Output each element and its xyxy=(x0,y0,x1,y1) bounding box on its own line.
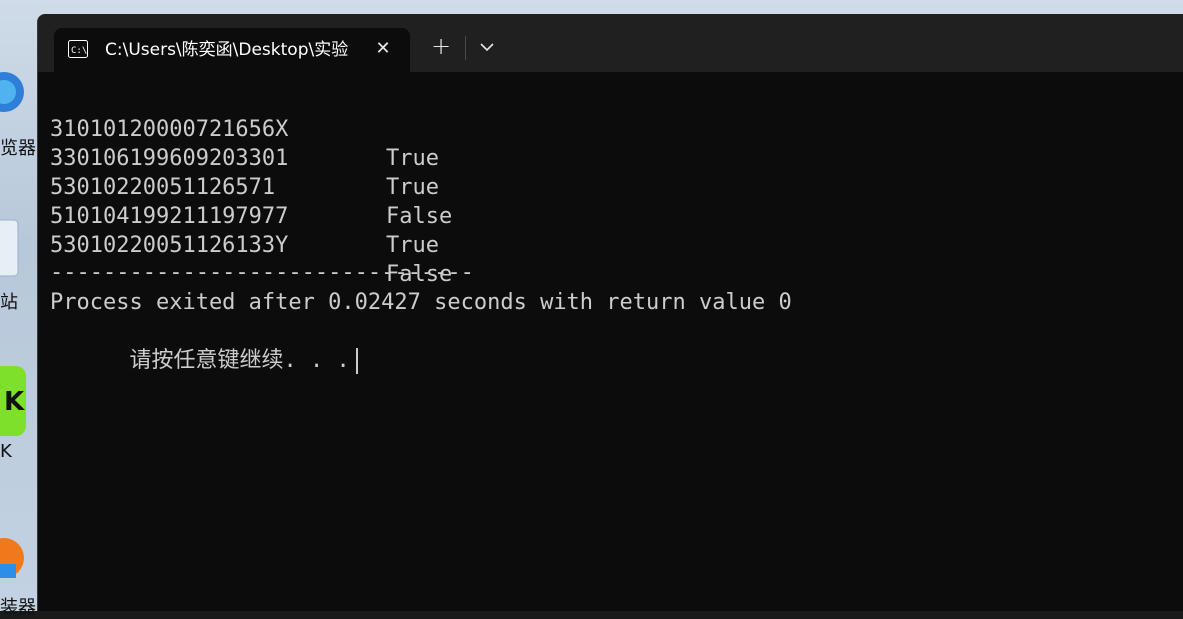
svg-text:K: K xyxy=(4,387,25,417)
id-number: 53010220051126133Y xyxy=(50,233,289,258)
separator-line: -------------------------------- xyxy=(50,260,474,285)
exit-message: Process exited after 0.02427 seconds wit… xyxy=(50,290,792,315)
app-desktop-icon[interactable]: K xyxy=(0,364,30,438)
desktop-label-recycle: 站 xyxy=(0,292,18,313)
output-row: 53010220051126571 False xyxy=(50,144,452,229)
output-row: 330106199609203301 True xyxy=(50,115,439,200)
recycle-bin-desktop-icon[interactable] xyxy=(0,210,30,280)
console-icon: C:\ xyxy=(68,40,88,58)
chevron-down-icon[interactable] xyxy=(472,32,502,62)
tab-divider xyxy=(465,36,466,60)
text-cursor xyxy=(355,348,358,374)
terminal-window: C:\ C:\Users\陈奕函\Desktop\实验 ✕ + 31010120… xyxy=(38,14,1183,611)
terminal-tab[interactable]: C:\ C:\Users\陈奕函\Desktop\实验 ✕ xyxy=(54,28,410,72)
svg-text:C:\: C:\ xyxy=(71,46,87,56)
desktop-label-browser: 览器 xyxy=(0,138,36,159)
installer-desktop-icon[interactable] xyxy=(0,524,30,594)
desktop-label-installer: 装器 xyxy=(0,597,36,618)
validation-result: True xyxy=(386,146,439,171)
validation-result: True xyxy=(386,175,439,200)
validation-result: True xyxy=(386,233,439,258)
validation-result: False xyxy=(386,204,453,229)
prompt-text: 请按任意键继续. . . xyxy=(129,348,350,373)
output-row: 31010120000721656X True xyxy=(50,86,439,171)
new-tab-button[interactable]: + xyxy=(424,32,458,62)
output-row: 510104199211197977 True xyxy=(50,173,439,258)
prompt-line[interactable]: 请按任意键继续. . . xyxy=(50,317,358,374)
desktop-label-app: K xyxy=(0,441,12,462)
browser-desktop-icon[interactable] xyxy=(0,62,30,126)
close-icon[interactable]: ✕ xyxy=(370,36,396,62)
console-output: 31010120000721656X True 3301061996092033… xyxy=(50,86,1183,611)
output-row: 53010220051126133Y False xyxy=(50,202,452,287)
title-bar: C:\ C:\Users\陈奕函\Desktop\实验 ✕ + xyxy=(38,14,1183,72)
tab-title: C:\Users\陈奕函\Desktop\实验 xyxy=(105,40,349,60)
